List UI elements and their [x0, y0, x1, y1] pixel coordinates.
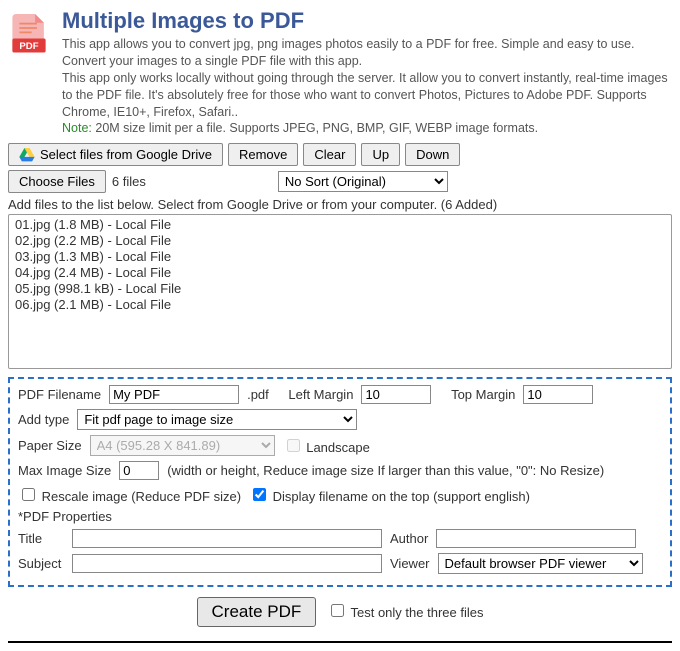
google-drive-icon	[19, 148, 35, 162]
max-image-input[interactable]	[119, 461, 159, 480]
landscape-label: Landscape	[306, 440, 370, 455]
page-title: Multiple Images to PDF	[62, 8, 672, 34]
footer-divider	[8, 641, 672, 643]
max-image-hint: (width or height, Reduce image size If l…	[167, 463, 604, 478]
rescale-label: Rescale image (Reduce PDF size)	[42, 489, 241, 504]
select-google-drive-label: Select files from Google Drive	[40, 147, 212, 162]
list-item[interactable]: 03.jpg (1.3 MB) - Local File	[13, 249, 667, 265]
note-label: Note:	[62, 121, 92, 135]
list-item[interactable]: 04.jpg (2.4 MB) - Local File	[13, 265, 667, 281]
max-image-label: Max Image Size	[18, 463, 111, 478]
paper-size-select: A4 (595.28 X 841.89)	[90, 435, 275, 456]
description-note: Note: 20M size limit per a file. Support…	[62, 120, 672, 137]
author-input[interactable]	[436, 529, 636, 548]
test-only-label: Test only the three files	[351, 605, 484, 620]
choose-files-button[interactable]: Choose Files	[8, 170, 106, 193]
viewer-label: Viewer	[390, 556, 430, 571]
sort-select[interactable]: No Sort (Original)	[278, 171, 448, 192]
filename-label: PDF Filename	[18, 387, 101, 402]
test-only-checkbox-wrap[interactable]: Test only the three files	[327, 605, 483, 620]
test-only-checkbox[interactable]	[331, 604, 344, 617]
create-pdf-button[interactable]: Create PDF	[197, 597, 317, 627]
left-margin-label: Left Margin	[288, 387, 353, 402]
up-button[interactable]: Up	[361, 143, 400, 166]
landscape-checkbox	[287, 439, 300, 452]
down-button[interactable]: Down	[405, 143, 460, 166]
title-input[interactable]	[72, 529, 382, 548]
list-item[interactable]: 05.jpg (998.1 kB) - Local File	[13, 281, 667, 297]
top-margin-input[interactable]	[523, 385, 593, 404]
list-item[interactable]: 06.jpg (2.1 MB) - Local File	[13, 297, 667, 313]
clear-button[interactable]: Clear	[303, 143, 356, 166]
subject-input[interactable]	[72, 554, 382, 573]
paper-size-label: Paper Size	[18, 438, 82, 453]
top-margin-label: Top Margin	[451, 387, 515, 402]
add-files-note: Add files to the list below. Select from…	[8, 197, 672, 212]
remove-button[interactable]: Remove	[228, 143, 298, 166]
subject-label: Subject	[18, 556, 64, 571]
rescale-checkbox[interactable]	[22, 488, 35, 501]
pdf-properties-header: *PDF Properties	[18, 509, 112, 524]
file-count-label: 6 files	[112, 174, 146, 189]
display-filename-checkbox-wrap[interactable]: Display filename on the top (support eng…	[249, 485, 530, 504]
list-item[interactable]: 02.jpg (2.2 MB) - Local File	[13, 233, 667, 249]
author-label: Author	[390, 531, 428, 546]
description-2: This app only works locally without goin…	[62, 70, 672, 121]
list-item[interactable]: 01.jpg (1.8 MB) - Local File	[13, 217, 667, 233]
svg-text:PDF: PDF	[19, 41, 38, 52]
add-type-select[interactable]: Fit pdf page to image size	[77, 409, 357, 430]
options-panel: PDF Filename .pdf Left Margin Top Margin…	[8, 377, 672, 587]
landscape-checkbox-wrap[interactable]: Landscape	[283, 436, 370, 455]
filename-ext: .pdf	[247, 387, 269, 402]
pdf-icon: PDF	[8, 14, 50, 137]
select-google-drive-button[interactable]: Select files from Google Drive	[8, 143, 223, 166]
rescale-checkbox-wrap[interactable]: Rescale image (Reduce PDF size)	[18, 485, 241, 504]
display-filename-label: Display filename on the top (support eng…	[273, 489, 530, 504]
left-margin-input[interactable]	[361, 385, 431, 404]
file-list[interactable]: 01.jpg (1.8 MB) - Local File02.jpg (2.2 …	[8, 214, 672, 369]
title-label: Title	[18, 531, 64, 546]
viewer-select[interactable]: Default browser PDF viewer	[438, 553, 643, 574]
add-type-label: Add type	[18, 412, 69, 427]
filename-input[interactable]	[109, 385, 239, 404]
note-text: 20M size limit per a file. Supports JPEG…	[92, 121, 538, 135]
description-1: This app allows you to convert jpg, png …	[62, 36, 672, 70]
display-filename-checkbox[interactable]	[253, 488, 266, 501]
